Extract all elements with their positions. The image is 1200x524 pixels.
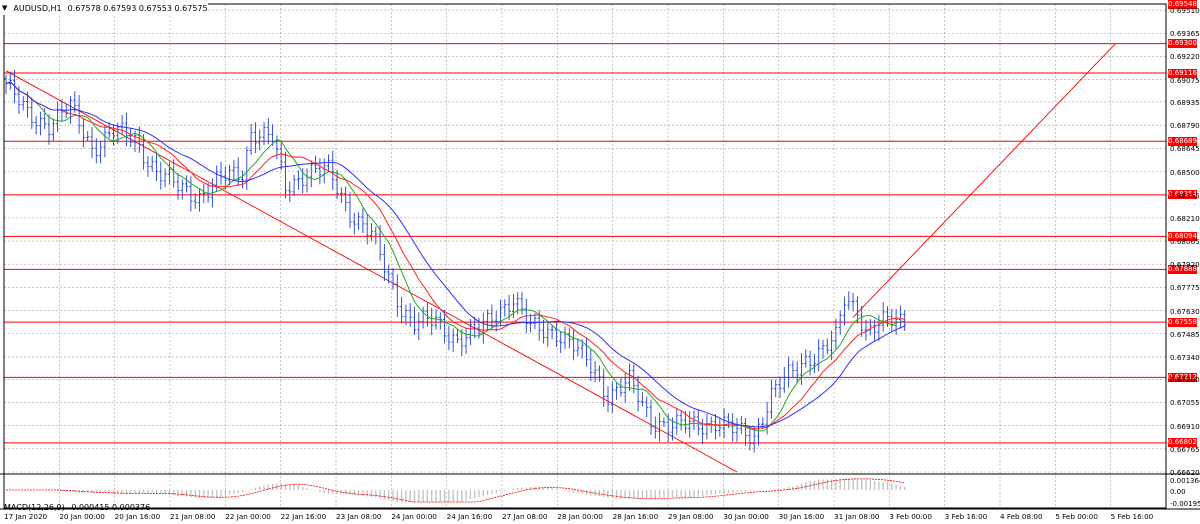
price-tick-label: 0.66620 — [1170, 468, 1200, 477]
chart-window[interactable]: ▼ AUDUSD,H1 0.67578 0.67593 0.67553 0.67… — [0, 0, 1200, 524]
price-tick-label: 0.68790 — [1170, 121, 1200, 131]
time-tick-label: 23 Jan 08:00 — [336, 512, 382, 521]
ohlc-label: 0.67578 0.67593 0.67553 0.67575 — [67, 3, 208, 13]
price-tick-label: 0.66910 — [1170, 421, 1200, 431]
price-tick-label: 0.68065 — [1170, 237, 1200, 247]
chart-title-row: ▼ AUDUSD,H1 0.67578 0.67593 0.67553 0.67… — [2, 1, 208, 15]
time-tick-label: 27 Jan 08:00 — [502, 512, 548, 521]
price-tick-label: 0.68500 — [1170, 167, 1200, 177]
time-tick-label: 22 Jan 00:00 — [225, 512, 271, 521]
time-tick-label: 24 Jan 00:00 — [391, 512, 437, 521]
time-tick-label: 22 Jan 16:00 — [280, 512, 327, 521]
time-tick-label: 4 Feb 08:00 — [1000, 512, 1043, 521]
price-tick-label: 0.67340 — [1170, 352, 1200, 362]
macd-tick-label: 0.001364 — [1170, 477, 1200, 485]
time-tick-label: 3 Feb 00:00 — [889, 512, 932, 521]
price-chart[interactable] — [0, 0, 1200, 524]
macd-tick-label: -0.001952 — [1170, 500, 1200, 508]
price-tick-label: 0.67920 — [1170, 260, 1200, 270]
time-tick-label: 5 Feb 00:00 — [1055, 512, 1098, 521]
macd-values: 0.000415 0.000376 — [71, 503, 151, 512]
time-tick-label: 30 Jan 00:00 — [723, 512, 769, 521]
price-tick-label: 0.68935 — [1170, 97, 1200, 107]
symbol-label: AUDUSD,H1 — [13, 3, 62, 13]
time-tick-label: 28 Jan 16:00 — [612, 512, 659, 521]
price-tick-label: 0.69220 — [1170, 52, 1200, 62]
time-tick-label: 31 Jan 08:00 — [834, 512, 880, 521]
time-tick-label: 20 Jan 16:00 — [114, 512, 161, 521]
time-tick-label: 21 Jan 08:00 — [170, 512, 216, 521]
time-tick-label: 30 Jan 16:00 — [778, 512, 825, 521]
price-tick-label: 0.68645 — [1170, 144, 1200, 154]
dropdown-triangle-icon[interactable]: ▼ — [2, 4, 7, 12]
price-tick-label: 0.67485 — [1170, 329, 1200, 339]
macd-label: MACD(12,26,9) — [4, 503, 65, 512]
price-tick-label: 0.67200 — [1170, 375, 1200, 385]
price-tick-label: 0.68210 — [1170, 213, 1200, 223]
price-tick-label: 0.67055 — [1170, 398, 1200, 408]
price-tick-label: 0.69075 — [1170, 75, 1200, 85]
price-tick-label: 0.69365 — [1170, 29, 1200, 39]
price-tick-label: 0.67775 — [1170, 283, 1200, 293]
time-tick-label: 29 Jan 08:00 — [668, 512, 714, 521]
level-price-tag: 0.69300 — [1168, 39, 1197, 49]
time-tick-label: 24 Jan 16:00 — [446, 512, 493, 521]
level-price-tag: 0.67558 — [1168, 317, 1197, 327]
time-tick-label: 17 Jan 2020 — [4, 512, 48, 521]
macd-title-row: MACD(12,26,9) 0.000415 0.000376 — [4, 503, 154, 512]
price-tick-label: 0.66765 — [1170, 444, 1200, 454]
chart-background — [0, 0, 1200, 524]
time-tick-label: 5 Feb 16:00 — [1110, 512, 1154, 521]
price-tick-label: 0.67630 — [1170, 306, 1200, 316]
price-tick-label: 0.69510 — [1170, 6, 1200, 16]
time-tick-label: 20 Jan 00:00 — [59, 512, 105, 521]
time-tick-label: 28 Jan 00:00 — [557, 512, 603, 521]
price-tick-label: 0.68355 — [1170, 190, 1200, 200]
time-tick-label: 3 Feb 16:00 — [944, 512, 988, 521]
macd-tick-label: 0.00 — [1170, 488, 1186, 496]
